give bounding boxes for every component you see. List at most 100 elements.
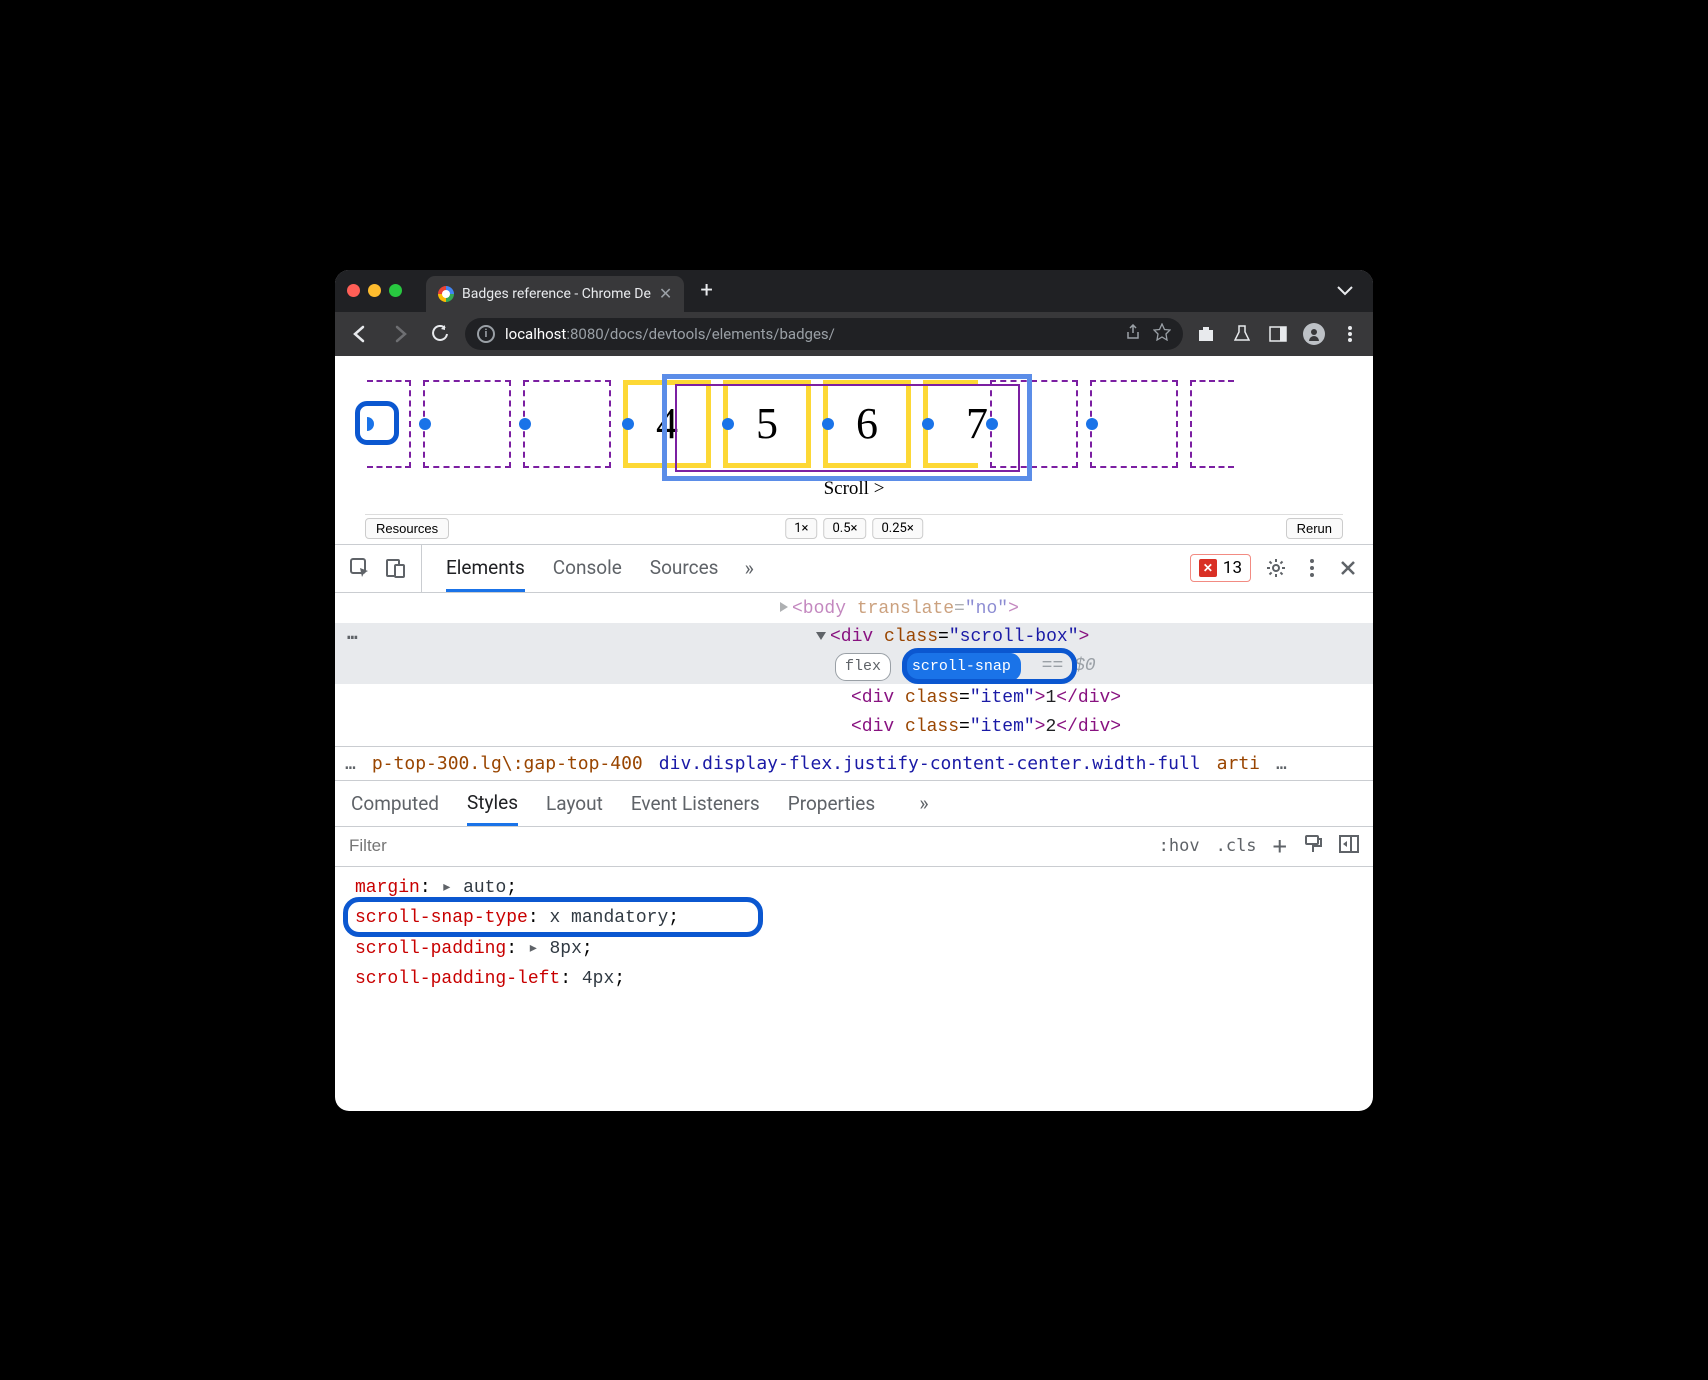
snap-point-icon xyxy=(1086,418,1098,430)
snap-point-icon xyxy=(367,417,374,431)
paint-icon[interactable] xyxy=(1303,834,1323,859)
page-content: 4 5 6 7 Scroll > Resources 1× 0.5× 0.25×… xyxy=(335,356,1373,544)
devtools-menu-icon[interactable] xyxy=(1301,557,1323,579)
device-toggle-icon[interactable] xyxy=(385,557,407,579)
rerun-button[interactable]: Rerun xyxy=(1286,518,1343,539)
browser-tab[interactable]: Badges reference - Chrome De ✕ xyxy=(426,276,684,312)
tab-elements[interactable]: Elements xyxy=(446,546,525,592)
tab-strip: Badges reference - Chrome De ✕ + xyxy=(335,270,1373,312)
scroll-item xyxy=(1090,380,1178,468)
hov-toggle[interactable]: :hov xyxy=(1159,836,1200,856)
tab-close-icon[interactable]: ✕ xyxy=(659,284,672,303)
zoom-1x[interactable]: 1× xyxy=(785,518,817,539)
settings-gear-icon[interactable] xyxy=(1265,557,1287,579)
window-minimize[interactable] xyxy=(368,284,381,297)
devtools-tabbar: Elements Console Sources » ✕ 13 xyxy=(335,545,1373,593)
breadcrumb-selected[interactable]: div.display-flex.justify-content-center.… xyxy=(659,753,1201,774)
scroll-item xyxy=(423,380,511,468)
dom-tree[interactable]: ⋯ <body translate="no"> <div class="scro… xyxy=(335,593,1373,746)
styles-filter-bar: :hov .cls + xyxy=(335,827,1373,867)
scroll-item: 7 xyxy=(923,380,978,468)
tab-computed[interactable]: Computed xyxy=(351,783,439,824)
item-number: 6 xyxy=(856,398,878,449)
item-number: 5 xyxy=(756,398,778,449)
zoom-025x[interactable]: 0.25× xyxy=(872,518,922,539)
dom-line-item2[interactable]: <div class="item">2</div> xyxy=(335,713,1373,742)
inspect-icon[interactable] xyxy=(349,557,371,579)
labs-icon[interactable] xyxy=(1229,321,1255,347)
tab-layout[interactable]: Layout xyxy=(546,783,603,824)
scroll-item: 6 xyxy=(823,380,911,468)
breadcrumb-item[interactable]: p-top-300.lg\:gap-top-400 xyxy=(372,753,643,774)
css-rule[interactable]: margin: ▸ auto; xyxy=(355,873,1353,904)
site-info-icon[interactable]: i xyxy=(477,325,495,343)
dom-line-item1[interactable]: <div class="item">1</div> xyxy=(335,684,1373,713)
scroll-box[interactable]: 4 5 6 7 xyxy=(365,366,1343,482)
forward-button[interactable] xyxy=(385,319,415,349)
snap-point-icon xyxy=(922,418,934,430)
css-rule[interactable]: scroll-snap-type: x mandatory; xyxy=(355,903,1353,934)
new-tab-button[interactable]: + xyxy=(700,278,712,303)
more-tabs-icon[interactable]: » xyxy=(744,556,753,580)
share-icon[interactable] xyxy=(1125,324,1141,344)
selected-node-marker: == $0 xyxy=(1042,656,1096,676)
breadcrumb-ellipsis[interactable]: … xyxy=(345,753,356,774)
address-bar[interactable]: i localhost:8080/docs/devtools/elements/… xyxy=(465,318,1183,350)
error-x-icon: ✕ xyxy=(1199,559,1217,577)
scroll-demo: 4 5 6 7 Scroll > xyxy=(365,366,1343,500)
snap-point-icon xyxy=(722,418,734,430)
css-rule[interactable]: scroll-padding-left: 4px; xyxy=(355,964,1353,995)
traffic-lights xyxy=(347,284,402,297)
item-number: 4 xyxy=(656,398,678,449)
breadcrumb-item[interactable]: arti xyxy=(1217,753,1260,774)
dom-line-scrollbox[interactable]: <div class="scroll-box"> xyxy=(335,623,1373,652)
scroll-snap-badge[interactable]: scroll-snap xyxy=(902,653,1021,681)
resources-button[interactable]: Resources xyxy=(365,518,449,539)
new-style-rule-icon[interactable]: + xyxy=(1273,832,1287,860)
css-rules[interactable]: margin: ▸ auto; scroll-snap-type: x mand… xyxy=(335,867,1373,1001)
back-button[interactable] xyxy=(345,319,375,349)
sidepanel-icon[interactable] xyxy=(1265,321,1291,347)
devtools-tabs: Elements Console Sources xyxy=(446,546,718,591)
snap-point-icon xyxy=(419,418,431,430)
dom-line-body[interactable]: <body translate="no"> xyxy=(335,595,1373,624)
css-rules-panel: margin: ▸ auto; scroll-snap-type: x mand… xyxy=(335,867,1373,1001)
flex-badge[interactable]: flex xyxy=(835,653,891,681)
chevron-down-icon[interactable] xyxy=(1337,281,1353,300)
browser-toolbar: i localhost:8080/docs/devtools/elements/… xyxy=(335,312,1373,356)
devtools-panel: Elements Console Sources » ✕ 13 ⋯ <body … xyxy=(335,544,1373,1002)
browser-window: Badges reference - Chrome De ✕ + i local… xyxy=(335,270,1373,1111)
dom-line-badges: flex scroll-snap == $0 xyxy=(335,652,1373,684)
menu-icon[interactable] xyxy=(1337,321,1363,347)
window-maximize[interactable] xyxy=(389,284,402,297)
scroll-item: 4 xyxy=(623,380,711,468)
toggle-sidebar-icon[interactable] xyxy=(1339,835,1359,858)
zoom-05x[interactable]: 0.5× xyxy=(823,518,866,539)
tab-console[interactable]: Console xyxy=(553,546,622,591)
scroll-item xyxy=(1190,380,1234,468)
scroll-item xyxy=(990,380,1078,468)
tab-styles[interactable]: Styles xyxy=(467,782,518,826)
cls-toggle[interactable]: .cls xyxy=(1216,836,1257,856)
tab-sources[interactable]: Sources xyxy=(650,546,719,591)
css-rule[interactable]: scroll-padding: ▸ 8px; xyxy=(355,934,1353,965)
zoom-controls: 1× 0.5× 0.25× xyxy=(785,518,923,539)
snap-point-icon xyxy=(986,418,998,430)
errors-count: 13 xyxy=(1223,558,1242,578)
devtools-close-icon[interactable] xyxy=(1337,557,1359,579)
filter-input[interactable] xyxy=(349,836,1159,856)
tab-event-listeners[interactable]: Event Listeners xyxy=(631,783,760,824)
breadcrumb[interactable]: … p-top-300.lg\:gap-top-400 div.display-… xyxy=(335,746,1373,781)
item-number: 7 xyxy=(966,398,988,449)
profile-avatar[interactable] xyxy=(1301,321,1327,347)
window-close[interactable] xyxy=(347,284,360,297)
breadcrumb-ellipsis[interactable]: … xyxy=(1276,753,1287,774)
dom-ellipsis: ⋯ xyxy=(347,625,358,654)
scroll-item xyxy=(367,380,411,468)
more-styles-tabs-icon[interactable]: » xyxy=(919,791,928,815)
bookmark-icon[interactable] xyxy=(1153,323,1171,345)
tab-properties[interactable]: Properties xyxy=(788,783,875,824)
errors-badge[interactable]: ✕ 13 xyxy=(1190,554,1251,582)
extensions-icon[interactable] xyxy=(1193,321,1219,347)
reload-button[interactable] xyxy=(425,319,455,349)
